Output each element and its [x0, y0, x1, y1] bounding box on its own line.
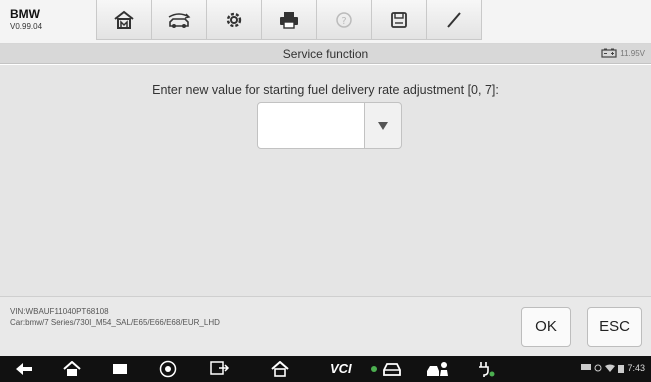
title-bar: Service function 11.95V — [0, 44, 651, 64]
connected-dot-icon — [371, 366, 377, 372]
value-dropdown-button[interactable] — [364, 102, 402, 149]
page-title: Service function — [282, 47, 369, 61]
vehicle-swap-icon — [168, 12, 191, 28]
brand-block: BMW V0.99.04 — [10, 7, 42, 33]
esc-button[interactable]: ESC — [587, 307, 642, 347]
browser-icon — [159, 360, 177, 378]
settings-icon — [226, 12, 242, 27]
message-icon — [581, 364, 592, 370]
print-button[interactable] — [261, 0, 317, 40]
system-nav-bar: VCI 7:43 — [0, 356, 651, 382]
print-icon — [280, 11, 298, 29]
clock: 7:43 — [627, 363, 645, 373]
top-toolbar: BMW V0.99.04 ? — [0, 0, 651, 44]
back-nav-button[interactable] — [12, 360, 36, 378]
recent-apps-button[interactable] — [108, 360, 132, 378]
home-nav-button[interactable] — [60, 360, 84, 378]
help-button[interactable]: ? — [316, 0, 372, 40]
remote-connect-icon — [210, 361, 230, 375]
input-prompt: Enter new value for starting fuel delive… — [152, 83, 499, 97]
power-plug-icon — [479, 362, 495, 377]
diag-home-button[interactable] — [268, 360, 292, 378]
car-button[interactable] — [380, 360, 404, 378]
remote-button[interactable] — [208, 360, 232, 378]
vci-label: VCI — [330, 361, 352, 376]
value-input[interactable] — [257, 102, 365, 149]
vci-power-button[interactable] — [474, 360, 498, 378]
mechanic-button[interactable] — [426, 360, 450, 378]
vci-status[interactable]: VCI — [330, 361, 352, 376]
home-icon — [114, 10, 134, 29]
triangle-down-icon — [378, 121, 388, 130]
mechanic-car-icon — [427, 362, 448, 376]
android-home-icon — [63, 361, 81, 376]
battery-status-icon — [618, 364, 625, 373]
vehicle-info-footer: VIN:WBAUF11040PT68108 Car:bmw/7 Series/7… — [0, 296, 651, 356]
car-icon — [383, 363, 401, 376]
vin-text: VIN:WBAUF11040PT68108 — [10, 307, 109, 316]
diagnostic-home-icon — [271, 361, 289, 377]
edit-pen-icon — [447, 11, 461, 28]
settings-button[interactable] — [206, 0, 262, 40]
battery-icon — [601, 48, 617, 58]
sync-icon — [594, 364, 602, 372]
toolbar-buttons: ? — [96, 0, 482, 40]
system-status: 7:43 — [581, 363, 645, 373]
wifi-icon — [605, 364, 616, 372]
vehicle-swap-button[interactable] — [151, 0, 207, 40]
svg-text:?: ? — [341, 16, 346, 27]
brand-name: BMW — [10, 7, 40, 21]
home-button[interactable] — [96, 0, 152, 40]
app-version: V0.99.04 — [10, 22, 43, 31]
main-panel: Enter new value for starting fuel delive… — [0, 65, 651, 296]
battery-status: 11.95V — [601, 48, 645, 58]
vehicle-info: VIN:WBAUF11040PT68108 Car:bmw/7 Series/7… — [10, 306, 220, 328]
browser-button[interactable] — [156, 360, 180, 378]
ok-button[interactable]: OK — [521, 307, 571, 347]
save-icon — [391, 11, 407, 28]
car-path-text: Car:bmw/7 Series/730I_M54_SAL/E65/E66/E6… — [10, 318, 220, 327]
recent-apps-icon — [113, 364, 127, 374]
edit-button[interactable] — [426, 0, 482, 40]
help-icon: ? — [336, 11, 352, 28]
battery-voltage: 11.95V — [620, 48, 645, 58]
save-button[interactable] — [371, 0, 427, 40]
back-arrow-icon — [16, 363, 32, 375]
